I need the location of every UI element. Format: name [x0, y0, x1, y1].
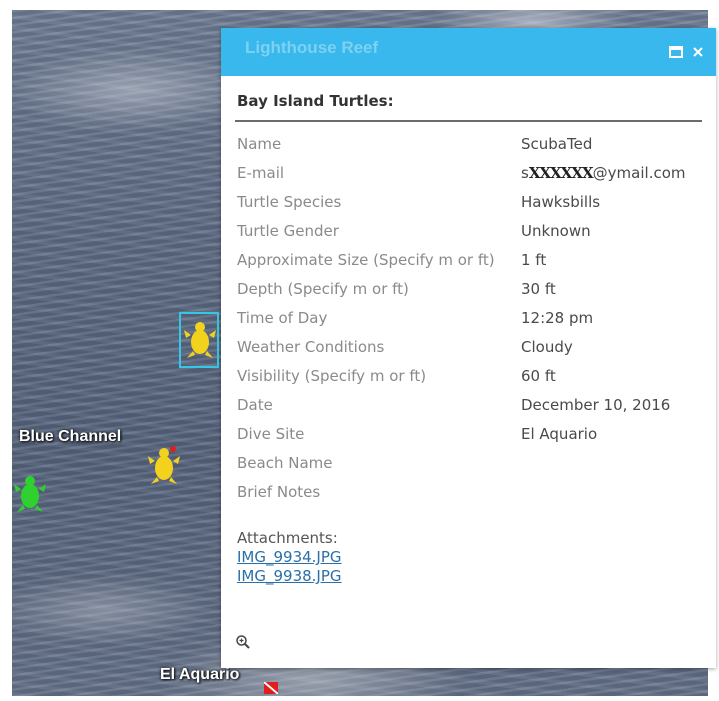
- attr-value: Cloudy: [521, 338, 573, 356]
- maximize-icon[interactable]: [666, 42, 686, 62]
- dive-flag-icon[interactable]: [264, 682, 278, 694]
- attr-row-dive-site: Dive Site El Aquario: [235, 422, 702, 451]
- email-prefix: s: [521, 164, 529, 182]
- feature-popup: Lighthouse Reef Bay Island Turtles: Name…: [221, 28, 716, 668]
- attr-value: Hawksbills: [521, 193, 601, 211]
- attr-key: Depth (Specify m or ft): [237, 280, 409, 298]
- map-label-blue-channel: Blue Channel: [19, 428, 122, 445]
- turtle-marker-selected[interactable]: [182, 318, 218, 362]
- attr-value-email: sXXXXXX@ymail.com: [519, 161, 702, 190]
- attr-row-date: Date December 10, 2016: [235, 393, 702, 422]
- attr-key: Turtle Gender: [237, 222, 339, 240]
- attachments-label: Attachments:: [237, 529, 338, 547]
- attr-row-brief-notes: Brief Notes: [235, 480, 702, 509]
- turtle-marker-green[interactable]: [12, 472, 48, 516]
- popup-section-title: Bay Island Turtles:: [235, 76, 702, 122]
- attr-row-visibility: Visibility (Specify m or ft) 60 ft: [235, 364, 702, 393]
- attr-row-depth: Depth (Specify m or ft) 30 ft: [235, 277, 702, 306]
- attr-key: Approximate Size (Specify m or ft): [237, 251, 495, 269]
- email-redacted: XXXXXX: [528, 164, 594, 182]
- turtle-marker-yellow[interactable]: [146, 444, 182, 488]
- attr-key: Brief Notes: [237, 483, 321, 501]
- attr-value: 60 ft: [521, 367, 556, 385]
- attr-row-email: E-mail sXXXXXX@ymail.com: [235, 161, 702, 190]
- attr-value: Unknown: [521, 222, 591, 240]
- popup-body: Bay Island Turtles: Name ScubaTed E-mail…: [221, 76, 716, 586]
- zoom-to-icon[interactable]: [235, 634, 251, 654]
- attr-value: 12:28 pm: [521, 309, 594, 327]
- attr-key: Turtle Species: [237, 193, 342, 211]
- attachment-link[interactable]: IMG_9938.JPG: [237, 567, 702, 586]
- attachments-section: Attachments: IMG_9934.JPG IMG_9938.JPG: [235, 529, 702, 586]
- attr-value: ScubaTed: [521, 135, 593, 153]
- attribute-table: Name ScubaTed E-mail sXXXXXX@ymail.com T…: [235, 132, 702, 509]
- popup-header: Lighthouse Reef: [221, 28, 716, 76]
- popup-header-title: Lighthouse Reef: [245, 38, 379, 57]
- attr-row-time: Time of Day 12:28 pm: [235, 306, 702, 335]
- attr-row-species: Turtle Species Hawksbills: [235, 190, 702, 219]
- map-label-el-aquario: El Aquario: [160, 666, 240, 683]
- attr-key: Time of Day: [237, 309, 328, 327]
- attachment-link[interactable]: IMG_9934.JPG: [237, 548, 702, 567]
- attr-row-name: Name ScubaTed: [235, 132, 702, 161]
- attr-key: Visibility (Specify m or ft): [237, 367, 427, 385]
- attr-value: 30 ft: [521, 280, 556, 298]
- attr-key: Date: [237, 396, 273, 414]
- attr-key: Name: [237, 135, 282, 153]
- attr-row-beach-name: Beach Name: [235, 451, 702, 480]
- attr-value: [519, 480, 702, 509]
- attr-row-gender: Turtle Gender Unknown: [235, 219, 702, 248]
- email-suffix: @ymail.com: [592, 164, 686, 182]
- attr-row-size: Approximate Size (Specify m or ft) 1 ft: [235, 248, 702, 277]
- close-icon[interactable]: [688, 42, 708, 62]
- attr-key: Beach Name: [237, 454, 333, 472]
- attr-key: Dive Site: [237, 425, 305, 443]
- attr-value: December 10, 2016: [521, 396, 671, 414]
- attr-value: El Aquario: [521, 425, 598, 443]
- attr-row-weather: Weather Conditions Cloudy: [235, 335, 702, 364]
- attr-key: E-mail: [237, 164, 285, 182]
- attr-key: Weather Conditions: [237, 338, 385, 356]
- attr-value: 1 ft: [521, 251, 547, 269]
- attr-value: [519, 451, 702, 480]
